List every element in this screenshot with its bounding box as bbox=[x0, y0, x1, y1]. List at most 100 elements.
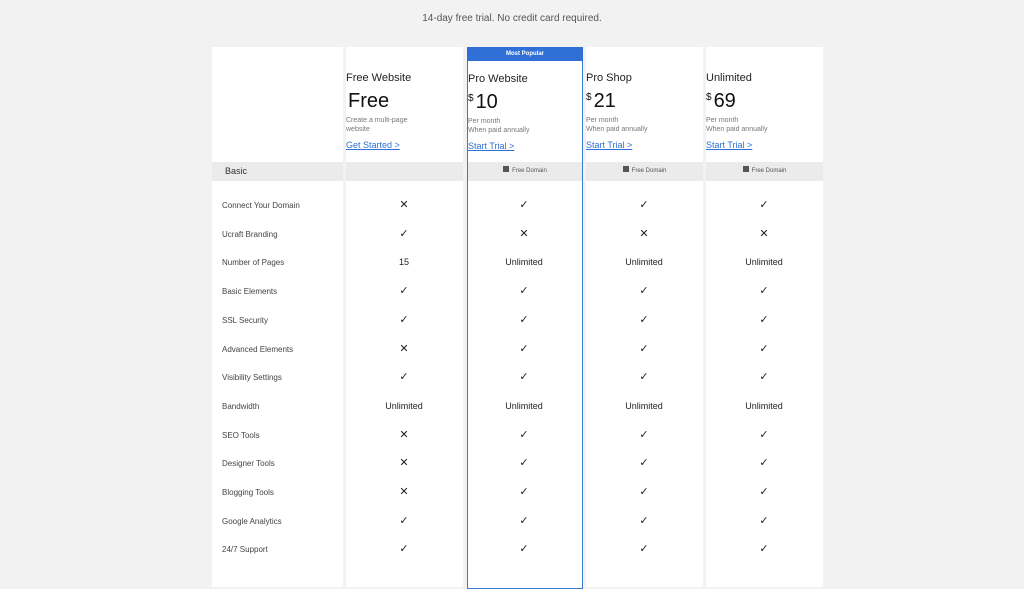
gift-icon bbox=[742, 166, 749, 173]
price-value: Free bbox=[348, 90, 390, 112]
feature-label: Designer Tools bbox=[222, 459, 275, 468]
cross-icon: ✕ bbox=[399, 429, 409, 441]
plan-description-line: Per month bbox=[468, 118, 501, 125]
check-icon: ✓ bbox=[519, 371, 529, 383]
check-icon: ✓ bbox=[519, 314, 529, 326]
check-icon: ✓ bbox=[519, 515, 529, 527]
check-icon: ✓ bbox=[519, 285, 529, 297]
check-icon: ✓ bbox=[399, 371, 409, 383]
feature-value: Unlimited bbox=[625, 401, 663, 411]
feature-value: Unlimited bbox=[745, 401, 783, 411]
plan-description-line: When paid annually bbox=[586, 126, 648, 133]
get-started-link[interactable]: Get Started > bbox=[346, 140, 463, 150]
plan-description: Per month When paid annually bbox=[468, 117, 582, 135]
check-icon: ✓ bbox=[639, 543, 649, 555]
feature-label: Visibility Settings bbox=[222, 373, 282, 382]
section-label: Basic bbox=[225, 166, 248, 176]
feature-value: 15 bbox=[398, 257, 409, 267]
check-icon: ✓ bbox=[519, 543, 529, 555]
check-icon: ✓ bbox=[639, 486, 649, 498]
feature-value: Unlimited bbox=[625, 257, 663, 267]
plan-description-line: Create a multi-page bbox=[346, 117, 408, 124]
plan-band bbox=[346, 162, 463, 181]
price-value: 21 bbox=[593, 90, 616, 112]
plan-description-line: Per month bbox=[706, 117, 739, 124]
plan-price: $10 bbox=[468, 91, 582, 114]
check-icon: ✓ bbox=[519, 199, 529, 211]
plan-price: $69 bbox=[706, 90, 823, 113]
price-value: 10 bbox=[475, 91, 498, 113]
plan-band: Free Domain bbox=[586, 162, 703, 181]
trial-note: 14-day free trial. No credit card requir… bbox=[422, 13, 602, 24]
plan-price: $21 bbox=[586, 90, 703, 113]
feature-value: Unlimited bbox=[385, 401, 423, 411]
start-trial-link[interactable]: Start Trial > bbox=[586, 140, 703, 150]
check-icon: ✓ bbox=[759, 314, 769, 326]
check-icon: ✓ bbox=[639, 515, 649, 527]
feature-label: Blogging Tools bbox=[222, 488, 274, 497]
plan-name: Free Website bbox=[346, 72, 412, 84]
currency-symbol: $ bbox=[706, 92, 712, 103]
check-icon: ✓ bbox=[759, 371, 769, 383]
plan-band: Free Domain bbox=[468, 162, 582, 181]
currency-symbol: $ bbox=[586, 92, 592, 103]
check-icon: ✓ bbox=[399, 285, 409, 297]
start-trial-link[interactable]: Start Trial > bbox=[468, 141, 582, 151]
check-icon: ✓ bbox=[399, 515, 409, 527]
cross-icon: ✕ bbox=[519, 228, 529, 240]
check-icon: ✓ bbox=[519, 486, 529, 498]
check-icon: ✓ bbox=[639, 457, 649, 469]
check-icon: ✓ bbox=[399, 314, 409, 326]
plan-description-line: website bbox=[346, 126, 370, 133]
check-icon: ✓ bbox=[759, 486, 769, 498]
check-icon: ✓ bbox=[639, 199, 649, 211]
cross-icon: ✕ bbox=[759, 228, 769, 240]
gift-icon bbox=[503, 166, 510, 173]
cross-icon: ✕ bbox=[399, 343, 409, 355]
price-value: 69 bbox=[713, 90, 736, 112]
check-icon: ✓ bbox=[639, 343, 649, 355]
check-icon: ✓ bbox=[639, 371, 649, 383]
feature-label: Ucraft Branding bbox=[222, 230, 278, 239]
check-icon: ✓ bbox=[759, 199, 769, 211]
plan-description-line: Per month bbox=[586, 117, 619, 124]
section-header-basic: Basic bbox=[212, 162, 343, 181]
start-trial-link[interactable]: Start Trial > bbox=[706, 140, 823, 150]
check-icon: ✓ bbox=[759, 457, 769, 469]
check-icon: ✓ bbox=[399, 543, 409, 555]
check-icon: ✓ bbox=[639, 314, 649, 326]
check-icon: ✓ bbox=[519, 429, 529, 441]
plan-description-line: When paid annually bbox=[468, 127, 530, 134]
free-domain-label: Free Domain bbox=[512, 168, 547, 174]
currency-symbol: $ bbox=[468, 93, 474, 104]
plan-description: Create a multi-page website bbox=[346, 116, 463, 134]
feature-label: Basic Elements bbox=[222, 287, 278, 296]
feature-label: Connect Your Domain bbox=[222, 201, 300, 210]
feature-label: SSL Security bbox=[222, 316, 268, 325]
cross-icon: ✕ bbox=[639, 228, 649, 240]
feature-label: SEO Tools bbox=[222, 431, 260, 440]
most-popular-badge: Most Popular bbox=[467, 47, 583, 61]
check-icon: ✓ bbox=[759, 343, 769, 355]
check-icon: ✓ bbox=[759, 429, 769, 441]
check-icon: ✓ bbox=[759, 515, 769, 527]
free-domain-label: Free Domain bbox=[751, 168, 787, 174]
feature-label: Number of Pages bbox=[222, 258, 285, 267]
feature-label: Advanced Elements bbox=[222, 345, 294, 354]
plan-description-line: When paid annually bbox=[706, 126, 768, 133]
plan-description: Per month When paid annually bbox=[586, 116, 703, 134]
free-domain-label: Free Domain bbox=[631, 168, 667, 174]
plan-price: Free bbox=[346, 90, 463, 113]
plan-description: Per month When paid annually bbox=[706, 116, 823, 134]
feature-label: 24/7 Support bbox=[222, 545, 268, 554]
feature-value: Unlimited bbox=[505, 257, 543, 267]
gift-icon bbox=[622, 166, 629, 173]
plan-name: Pro Shop bbox=[586, 72, 632, 84]
check-icon: ✓ bbox=[639, 429, 649, 441]
feature-label: Bandwidth bbox=[222, 402, 260, 411]
feature-label: Google Analytics bbox=[222, 517, 282, 526]
check-icon: ✓ bbox=[639, 285, 649, 297]
plan-name: Pro Website bbox=[468, 73, 528, 85]
plan-band: Free Domain bbox=[706, 162, 823, 181]
plan-name: Unlimited bbox=[706, 72, 752, 84]
